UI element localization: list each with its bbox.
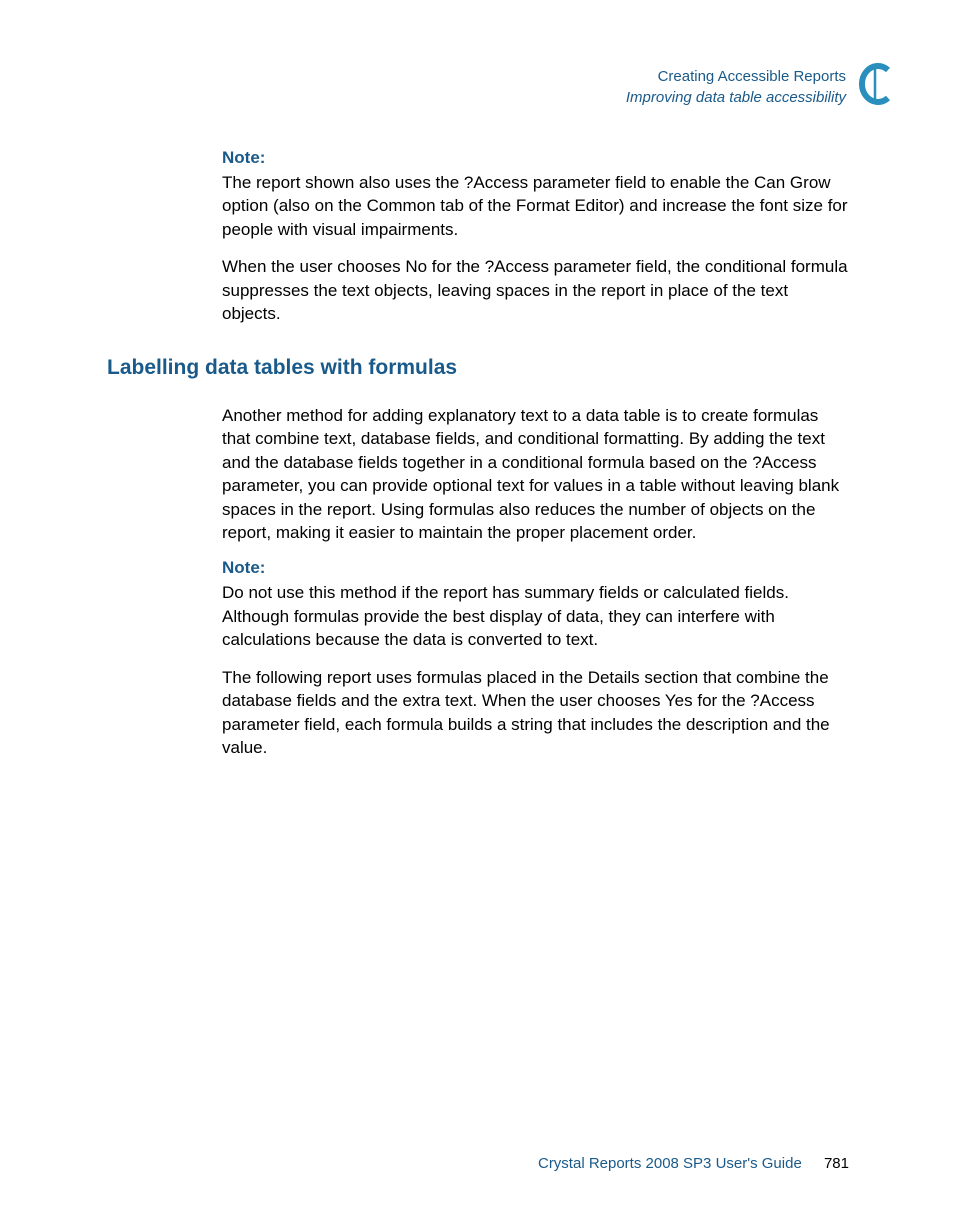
paragraph-2: Another method for adding explanatory te… [222, 404, 849, 545]
page-footer: Crystal Reports 2008 SP3 User's Guide 78… [538, 1155, 849, 1172]
footer-page-number: 781 [824, 1155, 849, 1172]
page-header: Creating Accessible Reports Improving da… [626, 62, 894, 113]
section-title: Improving data table accessibility [626, 88, 846, 108]
paragraph-1: When the user chooses No for the ?Access… [222, 255, 849, 325]
appendix-badge [856, 62, 894, 113]
header-text-block: Creating Accessible Reports Improving da… [626, 67, 846, 108]
note-text-1: The report shown also uses the ?Access p… [222, 171, 849, 241]
note-label-2: Note: [222, 558, 849, 578]
note-label-1: Note: [222, 148, 849, 168]
main-content: Note: The report shown also uses the ?Ac… [222, 148, 849, 774]
chapter-title: Creating Accessible Reports [626, 67, 846, 87]
note-text-2: Do not use this method if the report has… [222, 581, 849, 651]
footer-doc-title: Crystal Reports 2008 SP3 User's Guide [538, 1155, 802, 1172]
paragraph-3: The following report uses formulas place… [222, 666, 849, 760]
appendix-c-icon [856, 62, 894, 106]
section-heading: Labelling data tables with formulas [107, 356, 849, 380]
